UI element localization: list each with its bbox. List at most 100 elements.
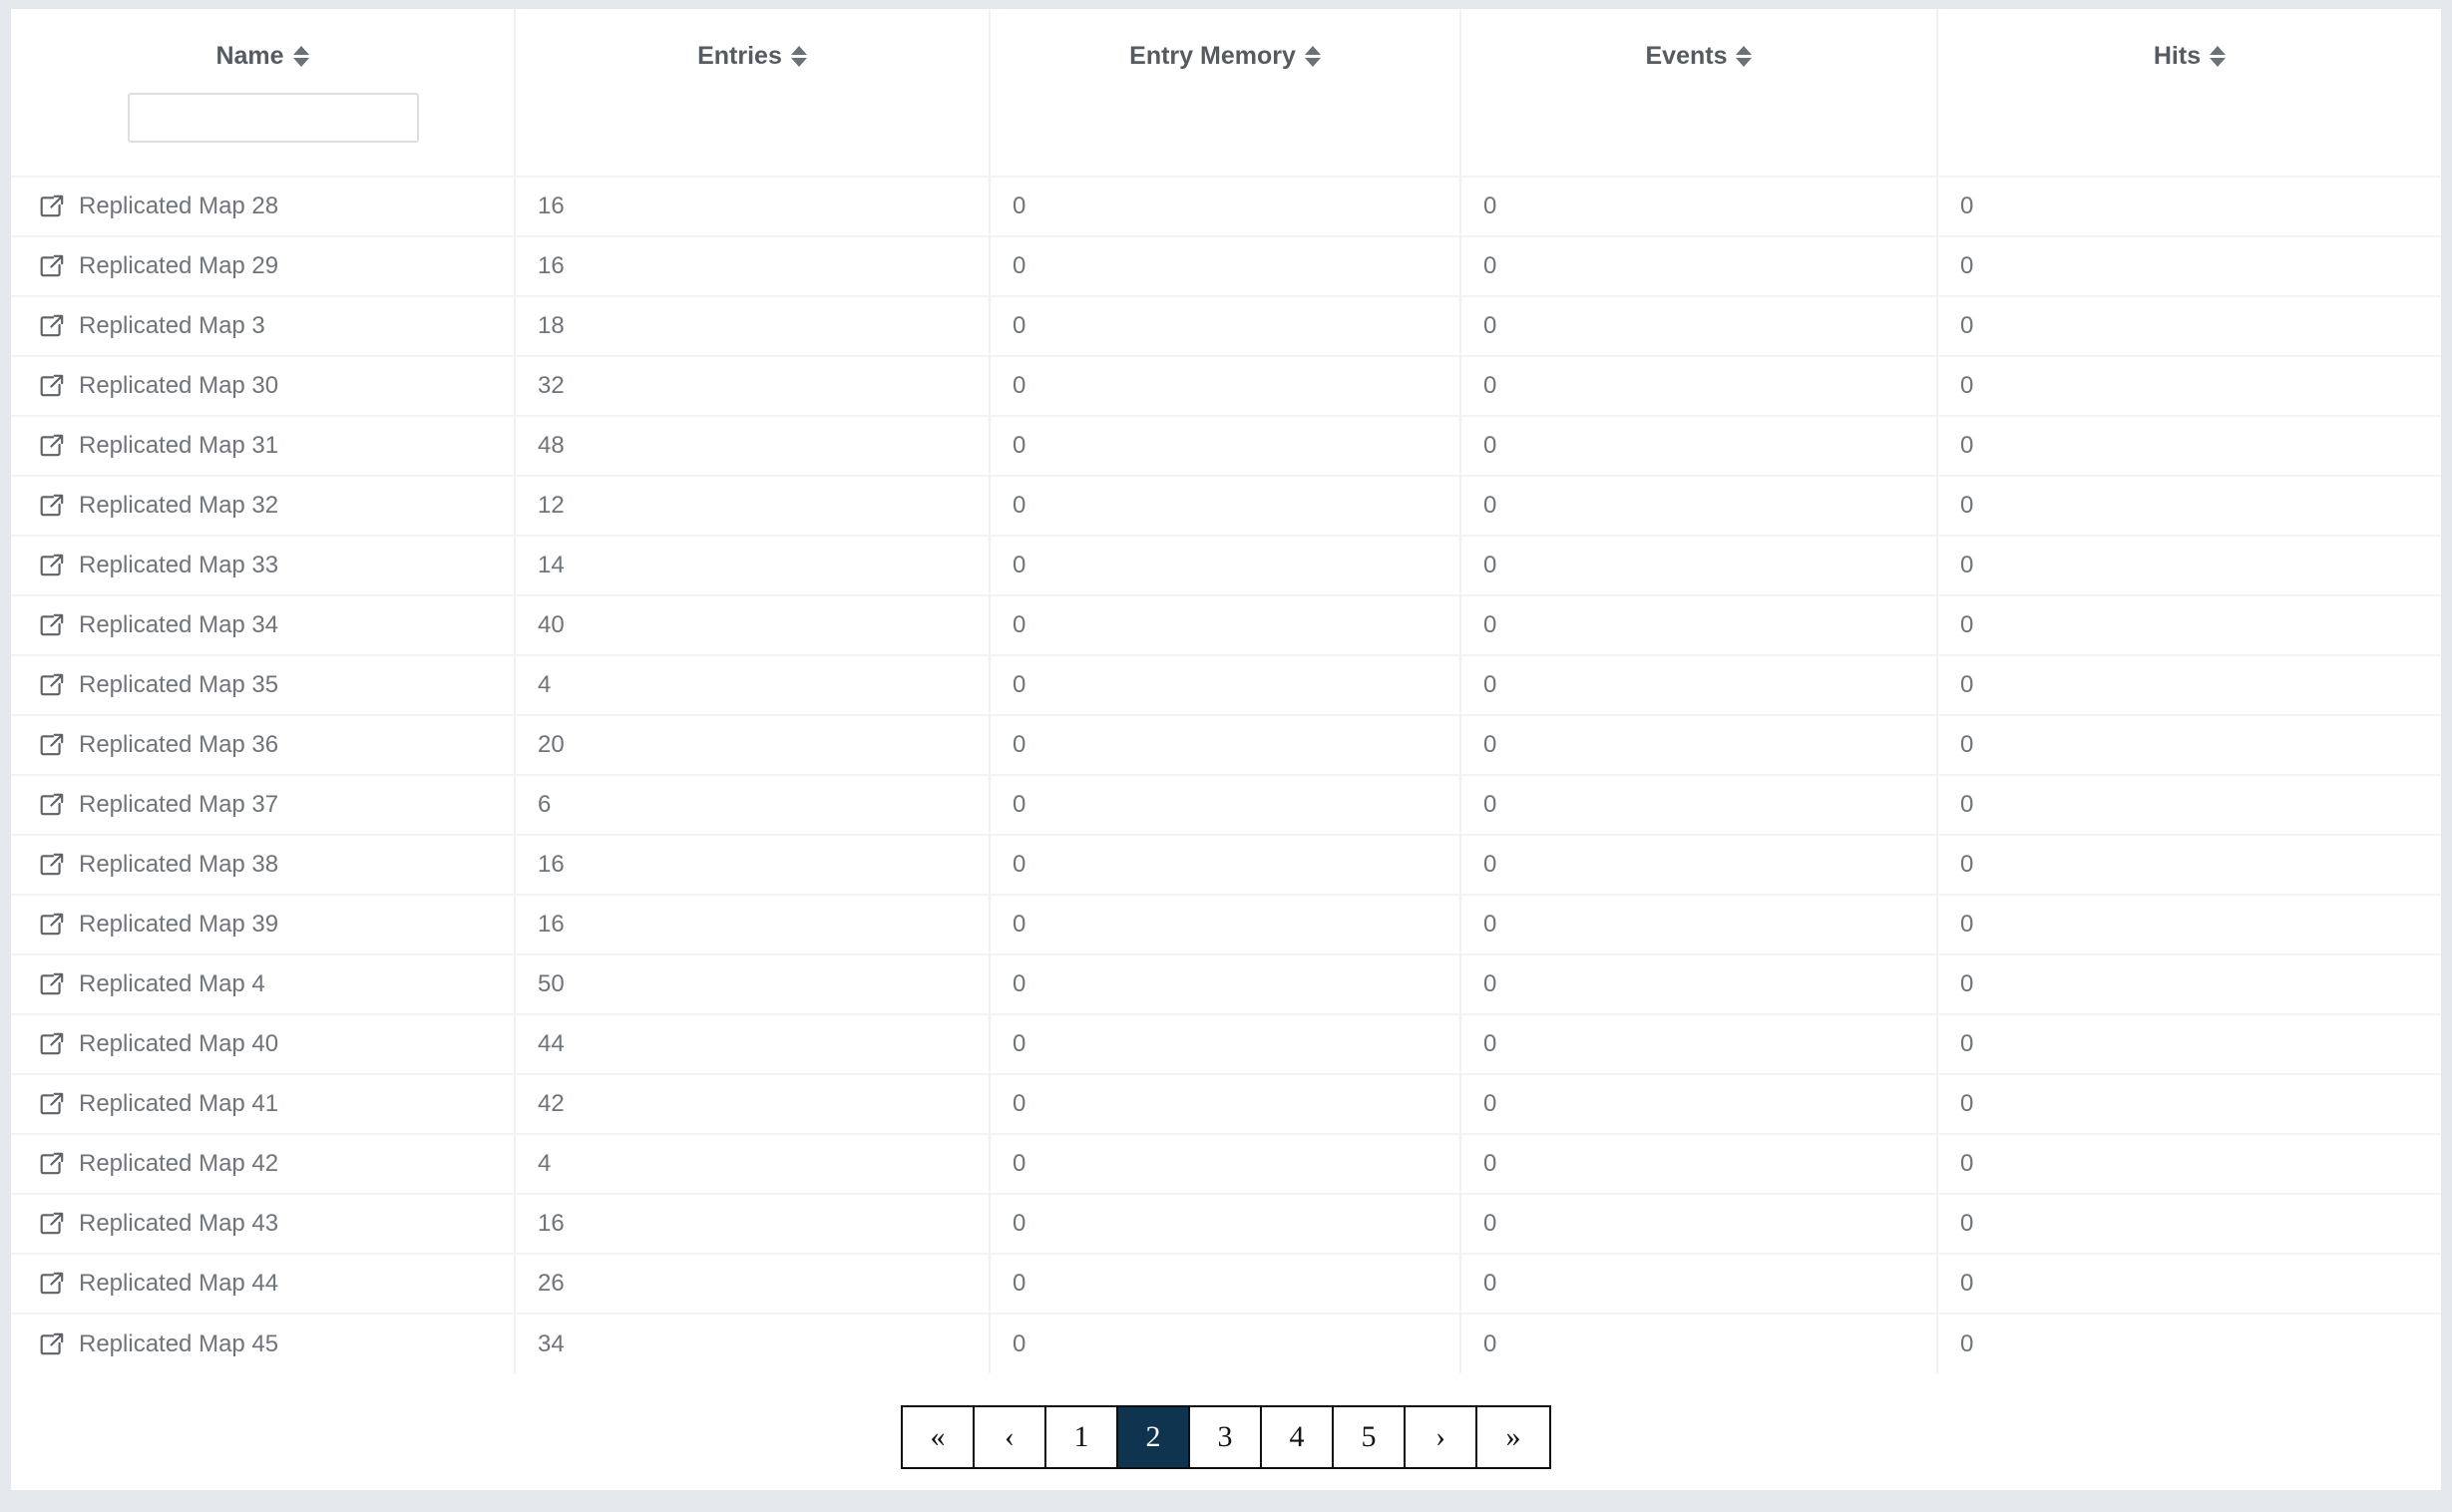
first-page-button[interactable]: « [903, 1407, 975, 1467]
table-row[interactable]: Replicated Map 29 16 0 0 0 [11, 236, 2441, 296]
cell-events: 0 [1460, 1314, 1938, 1373]
cell-entry-memory: 0 [990, 536, 1461, 595]
cell-name[interactable]: Replicated Map 44 [11, 1254, 516, 1314]
table-row[interactable]: Replicated Map 42 4 0 0 0 [11, 1134, 2441, 1194]
sort-both-icon[interactable] [1304, 46, 1321, 67]
external-link-icon[interactable] [39, 1031, 65, 1057]
column-header-hits[interactable]: Hits [1937, 9, 2441, 177]
cell-name[interactable]: Replicated Map 3 [11, 296, 516, 356]
column-header-events[interactable]: Events [1460, 9, 1938, 177]
map-name-label: Replicated Map 40 [79, 1030, 279, 1057]
cell-entries: 16 [515, 177, 991, 236]
table-row[interactable]: Replicated Map 36 20 0 0 0 [11, 715, 2441, 775]
sort-both-icon[interactable] [790, 46, 807, 67]
external-link-icon[interactable] [39, 193, 65, 219]
table-row[interactable]: Replicated Map 28 16 0 0 0 [11, 177, 2441, 236]
table-row[interactable]: Replicated Map 44 26 0 0 0 [11, 1254, 2441, 1314]
external-link-icon[interactable] [39, 971, 65, 997]
cell-hits: 0 [1960, 1030, 1974, 1057]
cell-name[interactable]: Replicated Map 36 [11, 715, 516, 775]
sort-both-icon[interactable] [2210, 46, 2227, 67]
external-link-icon[interactable] [39, 1331, 65, 1357]
external-link-icon[interactable] [39, 1211, 65, 1237]
external-link-icon[interactable] [39, 433, 65, 459]
page-2-button[interactable]: 2 [1118, 1407, 1190, 1467]
cell-name[interactable]: Replicated Map 45 [11, 1314, 516, 1373]
last-page-button[interactable]: » [1477, 1407, 1549, 1467]
cell-name[interactable]: Replicated Map 4 [11, 954, 516, 1014]
column-header-name[interactable]: Name [11, 9, 516, 177]
column-header-entries[interactable]: Entries [515, 9, 991, 177]
external-link-icon[interactable] [39, 1091, 65, 1117]
table-row[interactable]: Replicated Map 35 4 0 0 0 [11, 655, 2441, 715]
external-link-icon[interactable] [39, 732, 65, 758]
cell-hits: 0 [1960, 970, 1974, 997]
cell-name[interactable]: Replicated Map 38 [11, 835, 516, 895]
external-link-icon[interactable] [39, 1271, 65, 1297]
cell-name[interactable]: Replicated Map 41 [11, 1074, 516, 1134]
external-link-icon[interactable] [39, 852, 65, 878]
cell-name[interactable]: Replicated Map 35 [11, 655, 516, 715]
previous-page-button[interactable]: ‹ [975, 1407, 1046, 1467]
external-link-icon[interactable] [39, 313, 65, 339]
name-filter-input[interactable] [128, 93, 419, 143]
cell-name[interactable]: Replicated Map 37 [11, 775, 516, 835]
table-row[interactable]: Replicated Map 4 50 0 0 0 [11, 954, 2441, 1014]
external-link-icon[interactable] [39, 553, 65, 578]
cell-name[interactable]: Replicated Map 32 [11, 476, 516, 536]
map-name-label: Replicated Map 45 [79, 1329, 279, 1357]
table-row[interactable]: Replicated Map 33 14 0 0 0 [11, 536, 2441, 595]
cell-name[interactable]: Replicated Map 34 [11, 595, 516, 655]
table-row[interactable]: Replicated Map 34 40 0 0 0 [11, 595, 2441, 655]
table-row[interactable]: Replicated Map 39 16 0 0 0 [11, 895, 2441, 954]
page-1-button[interactable]: 1 [1046, 1407, 1118, 1467]
page-5-button[interactable]: 5 [1334, 1407, 1406, 1467]
page-3-button[interactable]: 3 [1190, 1407, 1262, 1467]
cell-hits: 0 [1960, 432, 1974, 459]
cell-hits: 0 [1960, 552, 1974, 578]
table-row[interactable]: Replicated Map 30 32 0 0 0 [11, 356, 2441, 416]
cell-name[interactable]: Replicated Map 39 [11, 895, 516, 954]
cell-entries: 50 [515, 954, 991, 1014]
table-row[interactable]: Replicated Map 32 12 0 0 0 [11, 476, 2441, 536]
table-row[interactable]: Replicated Map 31 48 0 0 0 [11, 416, 2441, 476]
cell-name[interactable]: Replicated Map 29 [11, 236, 516, 296]
cell-hits: 0 [1960, 312, 1974, 339]
external-link-icon[interactable] [39, 1151, 65, 1177]
cell-name[interactable]: Replicated Map 43 [11, 1194, 516, 1254]
column-header-entry-memory[interactable]: Entry Memory [990, 9, 1461, 177]
cell-events: 0 [1460, 476, 1938, 536]
cell-hits: 0 [1960, 851, 1974, 878]
table-row[interactable]: Replicated Map 38 16 0 0 0 [11, 835, 2441, 895]
cell-name[interactable]: Replicated Map 42 [11, 1134, 516, 1194]
sort-both-icon[interactable] [292, 46, 309, 67]
external-link-icon[interactable] [39, 912, 65, 938]
external-link-icon[interactable] [39, 792, 65, 818]
pagination[interactable]: «‹ 1 2 3 4 5 ›» [901, 1405, 1551, 1469]
map-name-label: Replicated Map 44 [79, 1270, 279, 1297]
page-4-button[interactable]: 4 [1262, 1407, 1334, 1467]
cell-name[interactable]: Replicated Map 31 [11, 416, 516, 476]
external-link-icon[interactable] [39, 373, 65, 399]
sort-both-icon[interactable] [1736, 46, 1753, 67]
external-link-icon[interactable] [39, 672, 65, 698]
external-link-icon[interactable] [39, 493, 65, 519]
map-name-label: Replicated Map 3 [79, 312, 265, 339]
table-row[interactable]: Replicated Map 40 44 0 0 0 [11, 1014, 2441, 1074]
table-row[interactable]: Replicated Map 3 18 0 0 0 [11, 296, 2441, 356]
table-row[interactable]: Replicated Map 43 16 0 0 0 [11, 1194, 2441, 1254]
next-page-button[interactable]: › [1406, 1407, 1477, 1467]
cell-entry-memory: 0 [990, 775, 1461, 835]
table-row[interactable]: Replicated Map 37 6 0 0 0 [11, 775, 2441, 835]
external-link-icon[interactable] [39, 253, 65, 279]
table-row[interactable]: Replicated Map 45 34 0 0 0 [11, 1314, 2441, 1373]
external-link-icon[interactable] [39, 612, 65, 638]
cell-entry-memory: 0 [990, 895, 1461, 954]
cell-name[interactable]: Replicated Map 33 [11, 536, 516, 595]
table-row[interactable]: Replicated Map 41 42 0 0 0 [11, 1074, 2441, 1134]
cell-name[interactable]: Replicated Map 28 [11, 177, 516, 236]
cell-entries: 12 [515, 476, 991, 536]
cell-name[interactable]: Replicated Map 40 [11, 1014, 516, 1074]
column-header-hits-label: Hits [2153, 42, 2202, 70]
cell-name[interactable]: Replicated Map 30 [11, 356, 516, 416]
